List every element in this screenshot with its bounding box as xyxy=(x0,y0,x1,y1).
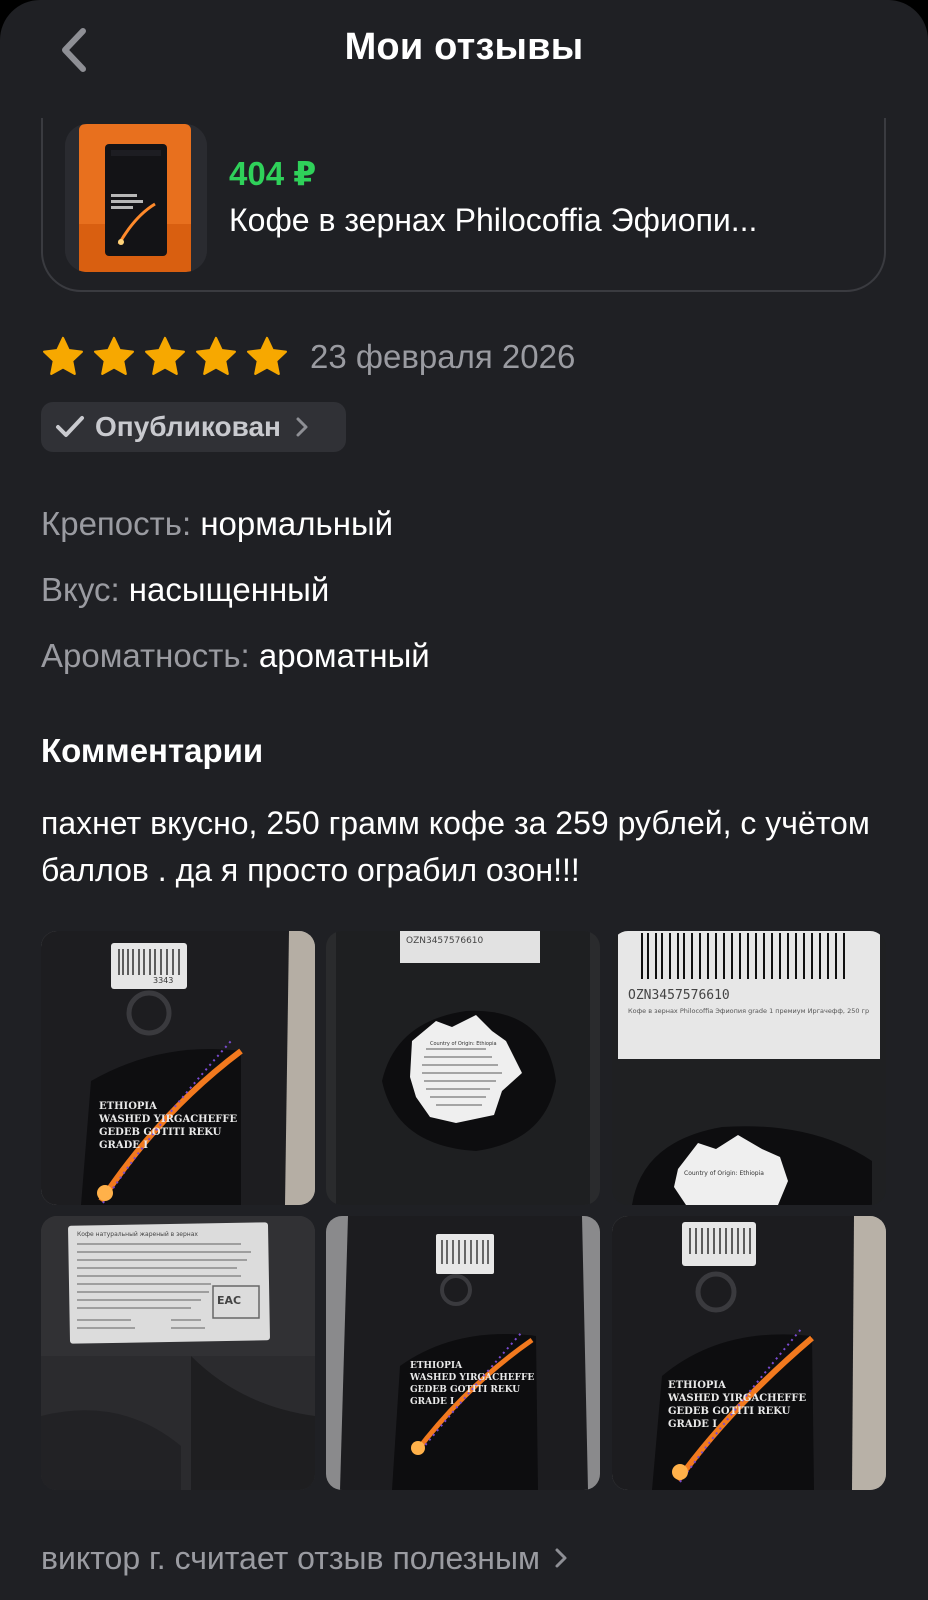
comment-text: пахнет вкусно, 250 грамм кофе за 259 руб… xyxy=(41,805,870,888)
attribute-value: ароматный xyxy=(258,637,430,674)
photo-label-text: ETHIOPIA xyxy=(99,1101,157,1112)
rating-row: 23 февраля 2026 xyxy=(41,332,575,382)
star-icon xyxy=(196,336,236,375)
chevron-right-icon xyxy=(296,417,308,437)
photo-label-text: Кофе натуральный жареный в зернах xyxy=(77,1231,198,1238)
review-photo[interactable]: ETHIOPIA WASHED YIRGACHEFFE GEDEB GOTITI… xyxy=(41,931,315,1205)
chevron-right-icon xyxy=(555,1548,567,1568)
star-icon xyxy=(145,336,185,375)
review-screen: Мои отзывы 404 ₽ Кофе в зернах Philocoff… xyxy=(0,0,928,1600)
status-label: Опубликован xyxy=(95,411,281,442)
review-date: 23 февраля 2026 xyxy=(310,338,576,375)
product-price: 404 ₽ xyxy=(229,155,317,192)
photo-label-text: WASHED YIRGACHEFFE xyxy=(409,1373,534,1383)
helpful-link[interactable]: виктор г. считает отзыв полезным xyxy=(41,1538,568,1578)
photo-label-text: GRADE I xyxy=(410,1397,454,1407)
attribute-value: нормальный xyxy=(200,505,394,542)
attribute-key: Вкус: xyxy=(41,571,120,608)
review-photos: ETHIOPIA WASHED YIRGACHEFFE GEDEB GOTITI… xyxy=(41,931,886,1491)
photo-label-text: GRADE I xyxy=(99,1140,148,1151)
attribute-strength: Крепость: нормальный xyxy=(41,505,393,543)
star-icon xyxy=(94,336,134,375)
header: Мои отзывы xyxy=(0,0,928,100)
photo-map-text: Country of Origin: Ethiopia xyxy=(430,1041,497,1047)
star-icon xyxy=(43,336,83,375)
attribute-key: Ароматность: xyxy=(41,637,250,674)
checkmark-icon xyxy=(56,416,84,437)
attribute-key: Крепость: xyxy=(41,505,192,542)
review-photo[interactable]: ETHIOPIA WASHED YIRGACHEFFE GEDEB GOTITI… xyxy=(612,1216,886,1490)
review-photo[interactable]: Кофе натуральный жареный в зернах EAC xyxy=(41,1216,315,1490)
photo-sticker-text: Кофе в зернах Philocoffia Эфиопия grade … xyxy=(628,1007,869,1015)
review-photo[interactable]: OZN3457576610 Кофе в зернах Philocoffia … xyxy=(612,931,886,1205)
photo-label-text: WASHED YIRGACHEFFE xyxy=(98,1114,237,1125)
review-photo[interactable]: OZN3457576610 Country of Origin: Ethiopi… xyxy=(326,931,600,1205)
product-name: Кофе в зернах Philocoffia Эфиопи... xyxy=(229,202,758,238)
photo-barcode-text: 3343 xyxy=(153,976,173,985)
photo-label-text: GEDEB GOTITI REKU xyxy=(99,1127,222,1138)
product-card[interactable]: 404 ₽ Кофе в зернах Philocoffia Эфиопи..… xyxy=(41,118,886,292)
photo-barcode-text: OZN3457576610 xyxy=(628,988,730,1003)
comments-title: Комментарии xyxy=(41,732,264,769)
attribute-taste: Вкус: насыщенный xyxy=(41,571,329,609)
product-image xyxy=(65,124,207,272)
status-badge[interactable]: Опубликован xyxy=(41,402,346,452)
photo-label-text: GEDEB GOTITI REKU xyxy=(668,1406,791,1417)
star-icon xyxy=(247,336,287,375)
attribute-value: насыщенный xyxy=(128,571,330,608)
photo-label-text: ETHIOPIA xyxy=(410,1361,463,1371)
photo-barcode-text: OZN3457576610 xyxy=(406,936,484,946)
helpful-text: виктор г. считает отзыв полезным xyxy=(41,1539,540,1576)
photo-map-text: Country of Origin: Ethiopia xyxy=(684,1170,764,1177)
attribute-aroma: Ароматность: ароматный xyxy=(41,637,430,675)
review-photo[interactable]: ETHIOPIA WASHED YIRGACHEFFE GEDEB GOTITI… xyxy=(326,1216,600,1490)
photo-label-text: ETHIOPIA xyxy=(668,1380,726,1391)
photo-label-text: WASHED YIRGACHEFFE xyxy=(667,1393,806,1404)
photo-eac-text: EAC xyxy=(217,1294,241,1307)
photo-label-text: GRADE I xyxy=(668,1419,717,1430)
photo-label-text: GEDEB GOTITI REKU xyxy=(410,1385,520,1395)
page-title: Мои отзывы xyxy=(344,26,584,68)
